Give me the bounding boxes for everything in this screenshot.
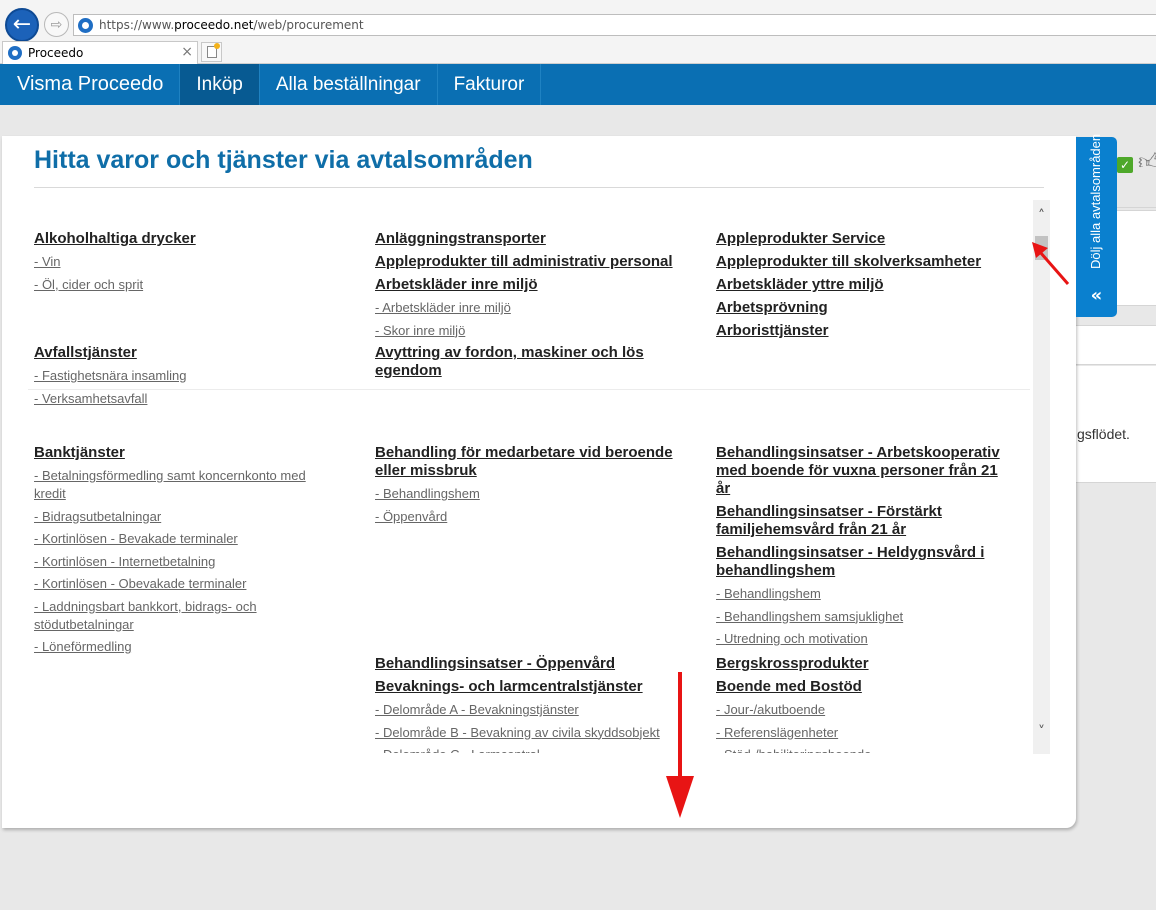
subcategory-link[interactable]: - Utredning och motivation bbox=[716, 630, 1016, 648]
back-button[interactable]: ← bbox=[5, 8, 39, 42]
agreement-column: Appleprodukter Service Appleprodukter til… bbox=[716, 230, 1016, 345]
subcategory-link[interactable]: - Öl, cider och sprit bbox=[34, 276, 334, 294]
subcategory-link[interactable]: - Referenslägenheter bbox=[716, 724, 1016, 742]
subcategory-link[interactable]: - Kortinlösen - Internetbetalning bbox=[34, 553, 334, 571]
category-link[interactable]: Appleprodukter till skolverksamheter bbox=[716, 253, 1016, 271]
subcategory-link[interactable]: - Behandlingshem samsjuklighet bbox=[716, 608, 1016, 626]
category-link[interactable]: Behandlingsinsatser - Arbetskooperativ m… bbox=[716, 444, 1016, 498]
row-divider bbox=[28, 389, 1030, 390]
nav-item-inkop[interactable]: Inköp bbox=[180, 64, 260, 105]
new-tab-icon bbox=[206, 43, 220, 58]
hide-all-areas-tab[interactable]: Dölj alla avtalsområden « bbox=[1076, 133, 1117, 317]
category-link[interactable]: Arbetskläder inre miljö bbox=[375, 276, 675, 294]
browser-chrome: ← ⇨ https://www. proceedo.net/web/procure… bbox=[0, 0, 1156, 64]
category-link[interactable]: Bevaknings- och larmcentralstjänster bbox=[375, 678, 675, 696]
double-chevron-left-icon: « bbox=[1090, 285, 1103, 306]
subcategory-link[interactable]: - Behandlingshem bbox=[716, 585, 1016, 603]
category-link[interactable]: Banktjänster bbox=[34, 444, 334, 462]
address-bar[interactable]: https://www. proceedo.net/web/procurement bbox=[73, 14, 1156, 36]
category-link[interactable]: Boende med Bostöd bbox=[716, 678, 1016, 696]
category-link[interactable]: Appleprodukter till administrativ person… bbox=[375, 253, 675, 271]
category-link[interactable]: Anläggningstransporter bbox=[375, 230, 675, 248]
url-prefix: https://www. bbox=[99, 18, 175, 32]
title-divider bbox=[34, 187, 1044, 188]
brand-link[interactable]: Visma Proceedo bbox=[0, 64, 181, 105]
forward-button[interactable]: ⇨ bbox=[44, 12, 69, 37]
subcategory-link[interactable]: - Verksamhetsavfall bbox=[34, 390, 334, 408]
subcategory-link[interactable]: - Jour-/akutboende bbox=[716, 701, 1016, 719]
agreement-column: Anläggningstransporter Appleprodukter til… bbox=[375, 230, 675, 344]
background-panel bbox=[1076, 325, 1156, 365]
background-text: gsflödet. bbox=[1077, 426, 1130, 442]
app-navigation: Visma Proceedo Inköp Alla beställningar … bbox=[0, 64, 1156, 105]
tab-favicon-icon bbox=[8, 46, 22, 60]
agreement-column: Bergskrossprodukter Boende med Bostöd - Jo… bbox=[716, 655, 1016, 753]
forward-arrow-icon: ⇨ bbox=[50, 16, 63, 33]
category-link[interactable]: Avyttring av fordon, maskiner och lös eg… bbox=[375, 344, 675, 380]
category-link[interactable]: Appleprodukter Service bbox=[716, 230, 1016, 248]
agreement-column: Alkoholhaltiga drycker - Vin - Öl, cider o… bbox=[34, 230, 334, 298]
category-link[interactable]: Arbetskläder yttre miljö bbox=[716, 276, 1016, 294]
agreement-areas-dialog: Hitta varor och tjänster via avtalsområd… bbox=[2, 136, 1076, 828]
category-link[interactable]: Avfallstjänster bbox=[34, 344, 334, 362]
dialog-title: Hitta varor och tjänster via avtalsområd… bbox=[34, 146, 533, 174]
category-link[interactable]: Behandlingsinsatser - Förstärkt familjeh… bbox=[716, 503, 1016, 539]
subcategory-link[interactable]: - Bidragsutbetalningar bbox=[34, 508, 334, 526]
category-link[interactable]: Behandlingsinsatser - Öppenvård bbox=[375, 655, 675, 673]
category-link[interactable]: Alkoholhaltiga drycker bbox=[34, 230, 334, 248]
agreement-column: Avfallstjänster - Fastighetsnära insamlin… bbox=[34, 344, 334, 412]
category-link[interactable]: Arbetsprövning bbox=[716, 299, 1016, 317]
new-tab-button[interactable] bbox=[201, 42, 222, 62]
nav-item-fakturor[interactable]: Fakturor bbox=[438, 64, 542, 105]
category-link[interactable]: Behandlingsinsatser - Heldygnsvård i beh… bbox=[716, 544, 1016, 580]
subcategory-link[interactable]: - Delområde C - Larmcentral bbox=[375, 746, 675, 753]
subcategory-link[interactable]: - Stöd-/habiliteringsboende bbox=[716, 746, 1016, 753]
thumbs-up-icon[interactable]: 👍︎ bbox=[1138, 148, 1156, 175]
subcategory-link[interactable]: - Behandlingshem bbox=[375, 485, 675, 503]
subcategory-link[interactable]: - Löneförmedling bbox=[34, 638, 334, 656]
subcategory-link[interactable]: - Skor inre miljö bbox=[375, 322, 675, 340]
annotation-arrow-large bbox=[666, 672, 694, 818]
site-icon bbox=[78, 17, 93, 33]
subcategory-link[interactable]: - Vin bbox=[34, 253, 334, 271]
annotation-arrow-small bbox=[1032, 242, 1070, 285]
background-panel bbox=[1076, 366, 1156, 483]
subcategory-link[interactable]: - Kortinlösen - Obevakade terminaler bbox=[34, 575, 334, 593]
subcategory-link[interactable]: - Arbetskläder inre miljö bbox=[375, 299, 675, 317]
category-link[interactable]: Behandling för medarbetare vid beroende … bbox=[375, 444, 675, 480]
subcategory-link[interactable]: - Kortinlösen - Bevakade terminaler bbox=[34, 530, 334, 548]
chevron-up-icon[interactable]: ˄ bbox=[1033, 208, 1050, 228]
agreement-list[interactable]: Alkoholhaltiga drycker - Vin - Öl, cider o… bbox=[28, 208, 1030, 753]
category-link[interactable]: Bergskrossprodukter bbox=[716, 655, 1016, 673]
checkbox-checked-icon[interactable]: ✓ bbox=[1117, 157, 1133, 173]
chevron-down-icon[interactable]: ˅ bbox=[1033, 724, 1050, 744]
tab-title: Proceedo bbox=[28, 46, 84, 60]
close-tab-icon[interactable]: × bbox=[181, 44, 193, 60]
agreement-column: Behandlingsinsatser - Arbetskooperativ m… bbox=[716, 444, 1016, 653]
side-tab-label: Dölj alla avtalsområden bbox=[1088, 133, 1103, 269]
subcategory-link[interactable]: - Delområde A - Bevakningstjänster bbox=[375, 701, 675, 719]
subcategory-link[interactable]: - Fastighetsnära insamling bbox=[34, 367, 334, 385]
subcategory-link[interactable]: - Betalningsförmedling samt koncernkonto… bbox=[34, 467, 334, 503]
subcategory-link[interactable]: - Öppenvård bbox=[375, 508, 675, 526]
url-path: /web/procurement bbox=[253, 18, 364, 32]
subcategory-link[interactable]: - Delområde B - Bevakning av civila skyd… bbox=[375, 724, 675, 742]
agreement-column: Banktjänster - Betalningsförmedling samt … bbox=[34, 444, 334, 661]
subcategory-link[interactable]: - Laddningsbart bankkort, bidrags- och s… bbox=[34, 598, 334, 634]
url-host: proceedo.net bbox=[174, 18, 254, 32]
back-arrow-icon: ← bbox=[12, 12, 32, 37]
browser-tab[interactable]: Proceedo × bbox=[2, 41, 198, 64]
agreement-column: Avyttring av fordon, maskiner och lös eg… bbox=[375, 344, 675, 385]
agreement-column: Behandlingsinsatser - Öppenvård Bevakning… bbox=[375, 655, 675, 753]
nav-item-alla-bestallningar[interactable]: Alla beställningar bbox=[260, 64, 438, 105]
category-link[interactable]: Arboristtjänster bbox=[716, 322, 1016, 340]
agreement-column: Behandling för medarbetare vid beroende … bbox=[375, 444, 675, 530]
